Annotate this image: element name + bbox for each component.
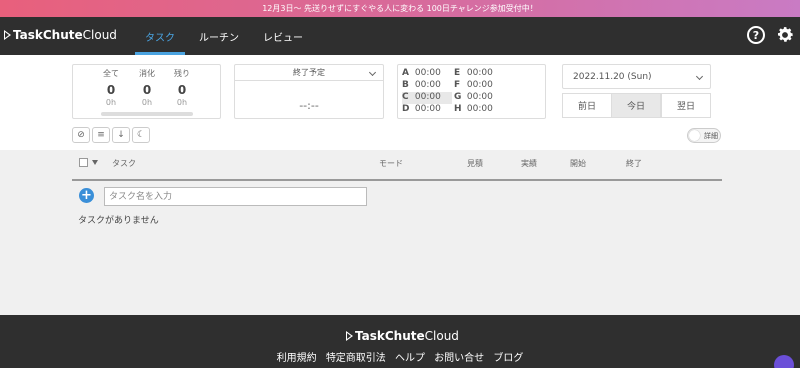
section-d: D 00:00 (402, 104, 441, 114)
caret-down-icon[interactable] (92, 160, 98, 165)
banner-text[interactable]: 12月3日〜 先送りせずにすぐやる人に変わる 100日チャレンジ参加受付中！ (262, 3, 538, 14)
tab-review[interactable]: レビュー (263, 17, 303, 55)
detail-toggle[interactable]: 詳細 (687, 128, 721, 143)
col-start: 開始 (570, 159, 586, 168)
section-c: C 00:00 (402, 92, 452, 104)
col-task: タスク (112, 159, 136, 168)
sort-icon[interactable]: ↓ (112, 127, 130, 143)
chevron-down-icon (695, 72, 704, 81)
logo-text-bold: TaskChute (13, 28, 83, 42)
toggle-knob (689, 130, 700, 141)
logo-text-bold: TaskChute (355, 329, 425, 343)
footer-link-commerce-law[interactable]: 特定商取引法 (326, 353, 386, 364)
empty-message: タスクがありません (78, 216, 159, 226)
stat-hours: 0h (141, 98, 153, 107)
prev-day-button[interactable]: 前日 (562, 93, 612, 118)
toggle-label: 詳細 (704, 132, 718, 140)
logo-icon (346, 331, 353, 341)
hide-done-icon[interactable]: ⊘ (72, 127, 90, 143)
end-time-value: --:-- (299, 99, 319, 112)
date-value: 2022.11.20 (Sun) (573, 72, 652, 82)
header-divider (72, 179, 722, 181)
section-a: A 00:00 (402, 68, 441, 78)
tab-task[interactable]: タスク (135, 17, 185, 55)
end-time-label: 終了予定 (293, 68, 325, 77)
select-all-checkbox[interactable] (79, 158, 88, 167)
task-name-input[interactable] (104, 187, 367, 206)
section-b: B 00:00 (402, 80, 441, 90)
footer: TaskChute Cloud 利用規約 特定商取引法 ヘルプ お問い合せ ブログ (0, 315, 800, 368)
chat-icon[interactable] (774, 355, 794, 368)
logo-icon (4, 30, 11, 40)
stat-label: 消化 (139, 69, 155, 78)
next-day-button[interactable]: 翌日 (661, 93, 711, 118)
stat-done: 消化 0 0h (127, 65, 167, 107)
logo-text-light: Cloud (424, 329, 459, 343)
footer-link-contact[interactable]: お問い合せ (434, 353, 484, 364)
stats-card: 全て 0 0h 消化 0 0h 残り 0 0h (72, 64, 221, 119)
stat-hours: 0h (176, 98, 188, 107)
section-h: H 00:00 (454, 104, 493, 114)
announcement-banner[interactable]: 12月3日〜 先送りせずにすぐやる人に変わる 100日チャレンジ参加受付中！ (0, 0, 800, 17)
logo-text-light: Cloud (82, 28, 117, 42)
sections-icon[interactable]: ≡ (92, 127, 110, 143)
stat-count: 0 (142, 83, 152, 97)
task-list: タスク モード 見積 実績 開始 終了 + タスクがありません (0, 150, 800, 315)
footer-link-help[interactable]: ヘルプ (395, 353, 425, 364)
section-f: F 00:00 (454, 80, 493, 90)
end-time-dropdown[interactable]: 終了予定 (235, 65, 383, 81)
date-select[interactable]: 2022.11.20 (Sun) (562, 64, 711, 89)
tab-routine[interactable]: ルーチン (199, 17, 239, 55)
logo[interactable]: TaskChute Cloud (4, 26, 117, 44)
footer-link-terms[interactable]: 利用規約 (277, 353, 317, 364)
progress-bar (101, 112, 193, 116)
stat-all: 全て 0 0h (91, 65, 131, 107)
moon-icon[interactable]: ☾ (132, 127, 150, 143)
stat-remaining: 残り 0 0h (162, 65, 202, 107)
col-mode: モード (379, 159, 403, 168)
col-actual: 実績 (521, 159, 537, 168)
today-button[interactable]: 今日 (611, 93, 661, 118)
add-task-button[interactable]: + (79, 188, 94, 203)
stat-label: 残り (174, 69, 190, 78)
col-end: 終了 (626, 159, 642, 168)
footer-link-blog[interactable]: ブログ (493, 353, 523, 364)
chevron-down-icon (368, 68, 377, 77)
summary-panel: 全て 0 0h 消化 0 0h 残り 0 0h 終了予定 --:-- A 00:… (0, 55, 800, 150)
gear-icon[interactable] (775, 25, 795, 45)
section-e: E 00:00 (454, 68, 493, 78)
col-estimate: 見積 (467, 159, 483, 168)
section-times-card: A 00:00 B 00:00 C 00:00 D 00:00 E 00:00 … (397, 64, 546, 119)
section-g: G 00:00 (454, 92, 493, 102)
stat-count: 0 (106, 83, 116, 97)
help-icon[interactable]: ? (747, 26, 765, 44)
stat-count: 0 (177, 83, 187, 97)
stat-label: 全て (103, 69, 119, 78)
stat-hours: 0h (105, 98, 117, 107)
top-navbar: TaskChute Cloud タスク ルーチン レビュー ? (0, 17, 800, 55)
footer-logo[interactable]: TaskChute Cloud (346, 329, 459, 343)
footer-links: 利用規約 特定商取引法 ヘルプ お問い合せ ブログ (0, 349, 800, 364)
end-time-card: 終了予定 --:-- (234, 64, 384, 119)
